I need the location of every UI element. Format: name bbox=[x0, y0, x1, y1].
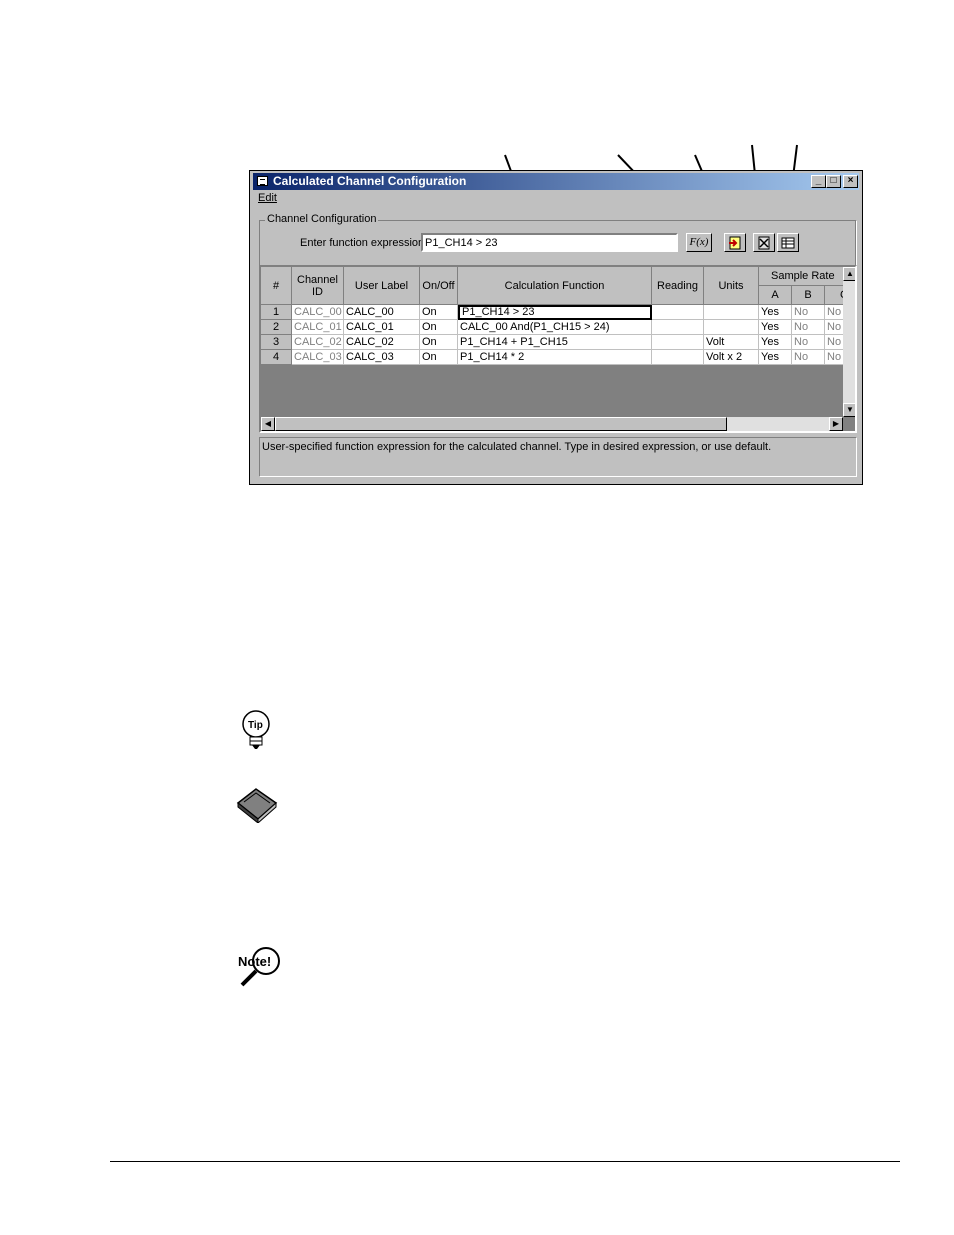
table-icon bbox=[781, 237, 795, 249]
menu-edit[interactable]: Edit bbox=[258, 192, 277, 204]
status-description: User-specified function expression for t… bbox=[259, 437, 857, 477]
horizontal-scroll-thumb[interactable] bbox=[275, 417, 727, 431]
row-number[interactable]: 2 bbox=[261, 320, 292, 335]
cell-rate-b[interactable]: No bbox=[792, 350, 825, 365]
cell-user-label[interactable]: CALC_01 bbox=[344, 320, 420, 335]
row-number[interactable]: 4 bbox=[261, 350, 292, 365]
cell-on-off[interactable]: On bbox=[420, 350, 458, 365]
menu-bar: Edit bbox=[258, 192, 277, 204]
cell-user-label[interactable]: CALC_03 bbox=[344, 350, 420, 365]
vertical-scrollbar[interactable]: ▲ ▼ bbox=[843, 267, 855, 417]
cell-rate-b[interactable]: No bbox=[792, 320, 825, 335]
note-label: Note! bbox=[238, 954, 271, 969]
title-bar[interactable]: Calculated Channel Configuration _ □ × bbox=[253, 173, 859, 190]
footer-rule bbox=[110, 1161, 900, 1162]
cell-channel-id: CALC_03 bbox=[292, 350, 344, 365]
cell-rate-b[interactable]: No bbox=[792, 305, 825, 320]
cell-units[interactable]: Volt bbox=[704, 335, 759, 350]
tip-lightbulb-icon: Tip bbox=[238, 708, 274, 755]
header-num: # bbox=[261, 267, 292, 305]
close-button[interactable]: × bbox=[843, 175, 858, 188]
fx-button[interactable]: F(x) bbox=[686, 233, 712, 252]
cell-rate-a[interactable]: Yes bbox=[759, 350, 792, 365]
header-on-off[interactable]: On/Off bbox=[420, 267, 458, 305]
row-number[interactable]: 1 bbox=[261, 305, 292, 320]
cell-units[interactable] bbox=[704, 320, 759, 335]
insert-icon bbox=[729, 236, 741, 250]
cell-reading bbox=[652, 350, 704, 365]
delete-channel-button[interactable] bbox=[753, 233, 775, 252]
cell-rate-b[interactable]: No bbox=[792, 335, 825, 350]
note-magnifier-icon: Note! bbox=[236, 945, 286, 994]
expression-label: Enter function expression: bbox=[300, 237, 428, 249]
cell-channel-id: CALC_02 bbox=[292, 335, 344, 350]
maximize-button[interactable]: □ bbox=[826, 175, 841, 188]
cell-on-off[interactable]: On bbox=[420, 320, 458, 335]
scroll-up-icon[interactable]: ▲ bbox=[843, 267, 855, 281]
window-title: Calculated Channel Configuration bbox=[273, 174, 467, 188]
cell-rate-a[interactable]: Yes bbox=[759, 320, 792, 335]
header-a[interactable]: A bbox=[759, 286, 792, 305]
cell-user-label[interactable]: CALC_00 bbox=[344, 305, 420, 320]
cell-user-label[interactable]: CALC_02 bbox=[344, 335, 420, 350]
cell-on-off[interactable]: On bbox=[420, 305, 458, 320]
scroll-down-icon[interactable]: ▼ bbox=[843, 403, 855, 417]
cell-rate-a[interactable]: Yes bbox=[759, 335, 792, 350]
row-number[interactable]: 3 bbox=[261, 335, 292, 350]
channel-grid: # Channel ID User Label On/Off Calculati… bbox=[259, 265, 857, 433]
header-calc-function[interactable]: Calculation Function bbox=[458, 267, 652, 305]
cell-units[interactable]: Volt x 2 bbox=[704, 350, 759, 365]
horizontal-scrollbar[interactable]: ◀ ▶ bbox=[261, 417, 843, 431]
cell-units[interactable] bbox=[704, 305, 759, 320]
scroll-right-icon[interactable]: ▶ bbox=[829, 417, 843, 431]
cell-calc-function[interactable]: CALC_00 And(P1_CH15 > 24) bbox=[458, 320, 652, 335]
cell-channel-id: CALC_01 bbox=[292, 320, 344, 335]
insert-channel-button[interactable] bbox=[724, 233, 746, 252]
scroll-left-icon[interactable]: ◀ bbox=[261, 417, 275, 431]
cell-calc-function-selected[interactable]: P1_CH14 > 23 bbox=[458, 305, 652, 320]
header-user-label[interactable]: User Label bbox=[344, 267, 420, 305]
header-channel-id[interactable]: Channel ID bbox=[292, 267, 344, 305]
cell-rate-a[interactable]: Yes bbox=[759, 305, 792, 320]
group-label: Channel Configuration bbox=[265, 213, 379, 225]
cell-reading bbox=[652, 335, 704, 350]
minimize-button[interactable]: _ bbox=[811, 175, 826, 188]
header-sample-rate: Sample Rate bbox=[759, 267, 849, 286]
header-units[interactable]: Units bbox=[704, 267, 759, 305]
cell-calc-function[interactable]: P1_CH14 * 2 bbox=[458, 350, 652, 365]
cell-calc-function[interactable]: P1_CH14 + P1_CH15 bbox=[458, 335, 652, 350]
cell-reading bbox=[652, 305, 704, 320]
tip-label: Tip bbox=[248, 720, 263, 731]
calculated-channel-window: Calculated Channel Configuration _ □ × E… bbox=[249, 170, 863, 485]
delete-icon bbox=[758, 236, 770, 250]
cell-on-off[interactable]: On bbox=[420, 335, 458, 350]
expression-input[interactable]: P1_CH14 > 23 bbox=[421, 233, 678, 252]
cell-channel-id: CALC_00 bbox=[292, 305, 344, 320]
header-reading[interactable]: Reading bbox=[652, 267, 704, 305]
cell-reading bbox=[652, 320, 704, 335]
app-icon bbox=[257, 176, 268, 186]
header-b[interactable]: B bbox=[792, 286, 825, 305]
options-button[interactable] bbox=[777, 233, 799, 252]
reference-book-icon bbox=[234, 785, 280, 826]
